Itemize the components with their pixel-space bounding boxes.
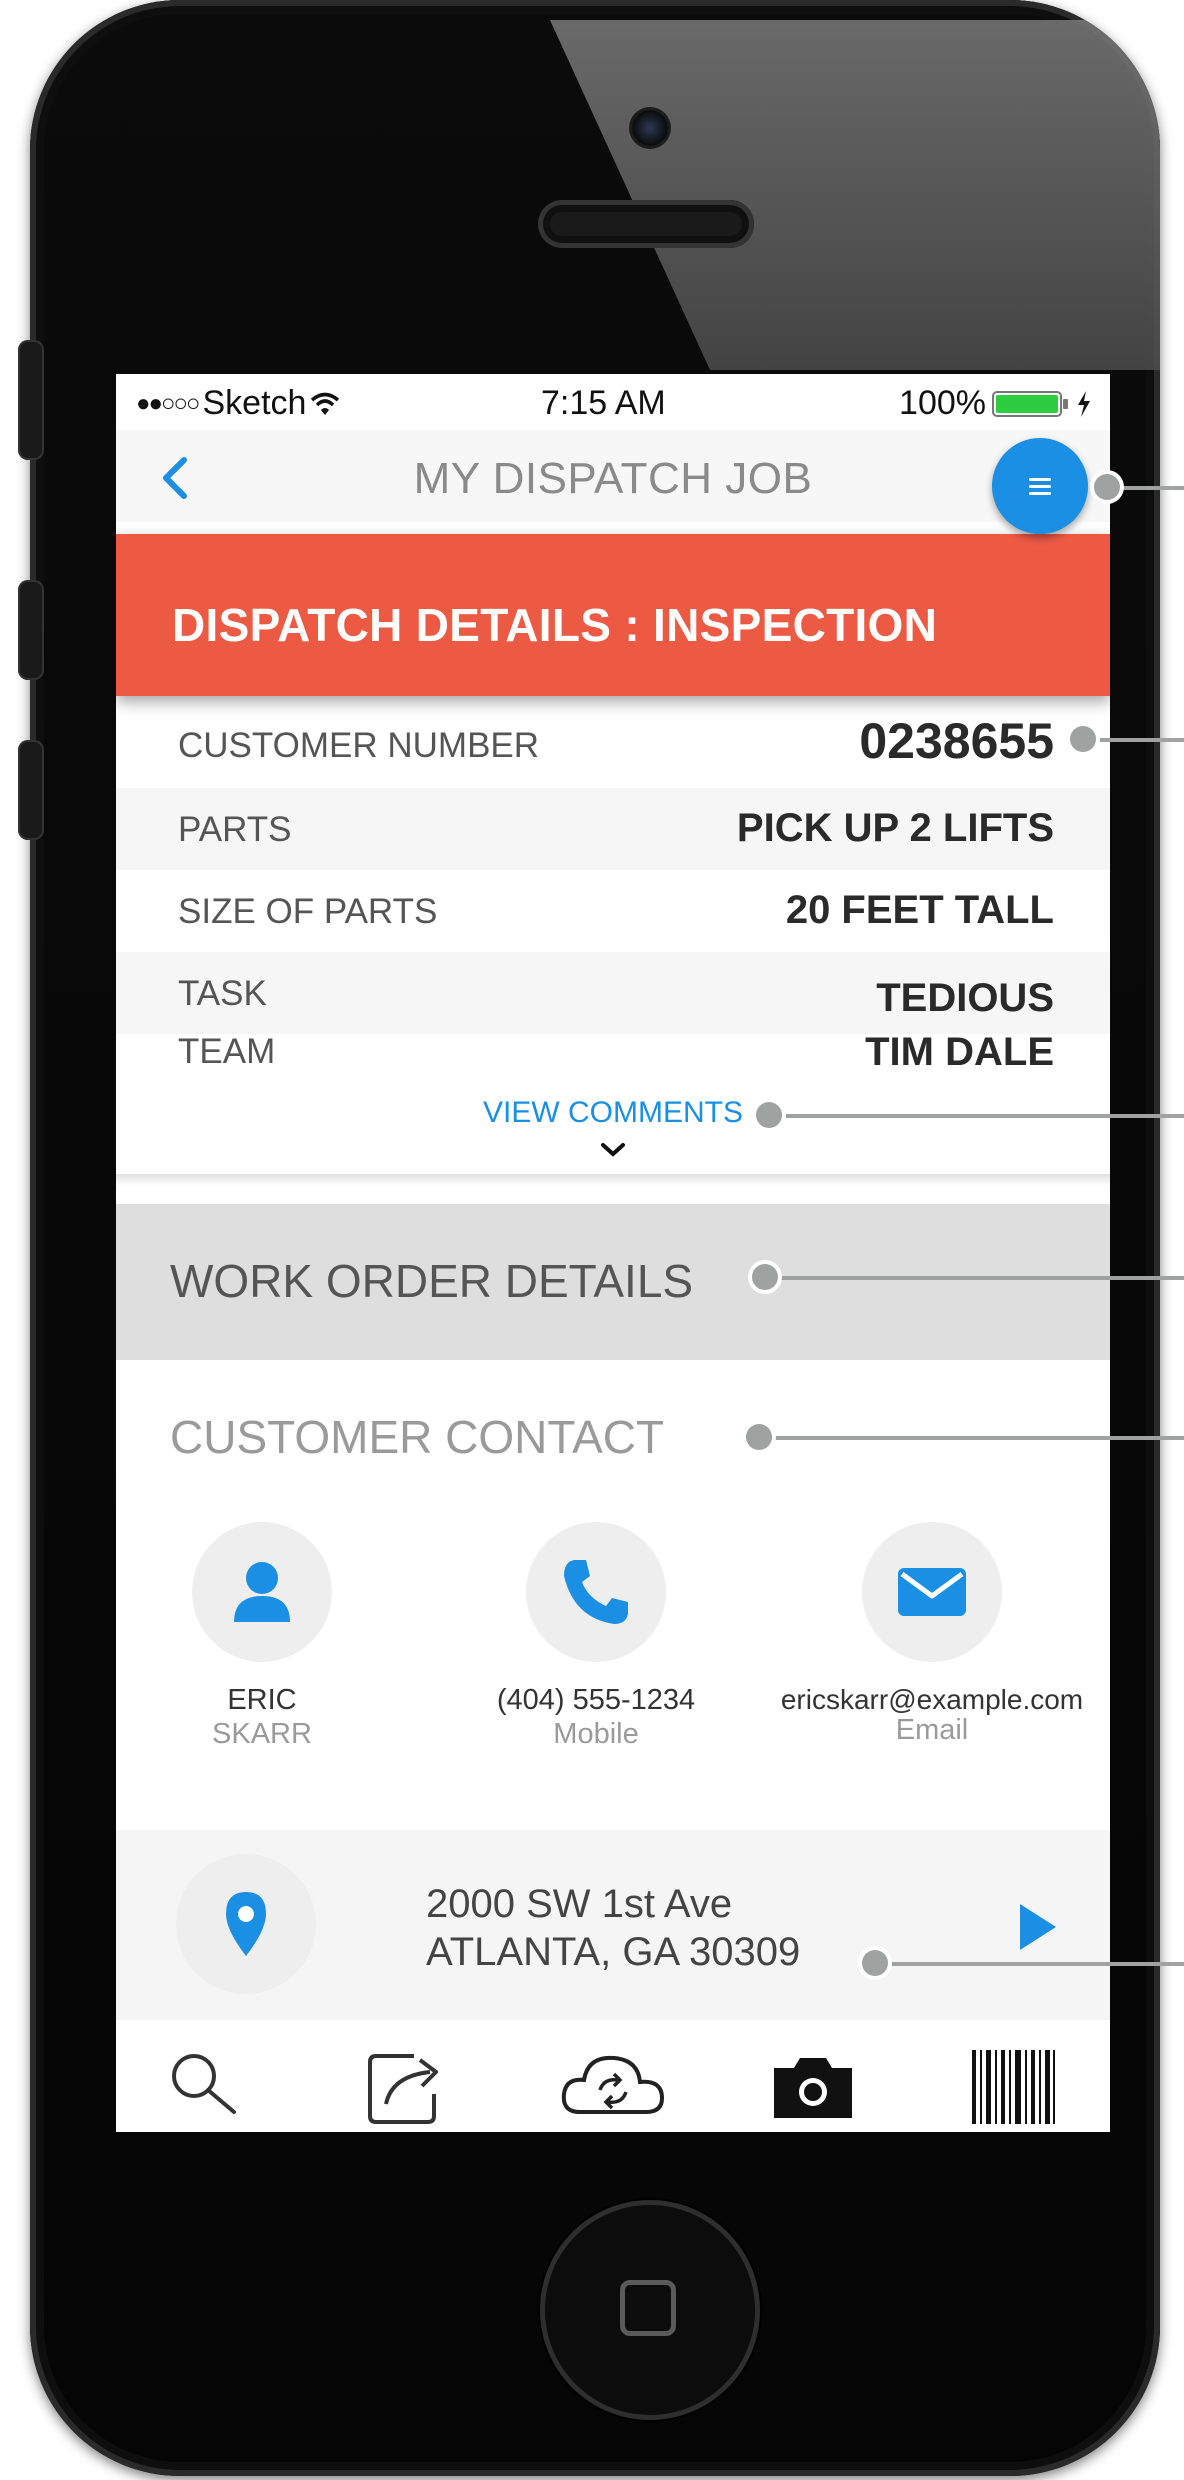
cloud-sync-icon[interactable]	[558, 2046, 668, 2126]
volume-down-button	[18, 740, 44, 840]
charging-bolt-icon	[1078, 390, 1090, 417]
signal-dots-icon: ●●○○○	[136, 389, 201, 417]
callout-line	[1082, 738, 1184, 742]
mute-switch	[18, 340, 44, 460]
earpiece-speaker	[538, 200, 754, 248]
home-button[interactable]	[540, 2200, 760, 2420]
front-camera	[632, 110, 668, 146]
wifi-icon	[311, 392, 340, 415]
phone-icon	[564, 1560, 628, 1624]
detail-label: CUSTOMER NUMBER	[178, 726, 540, 765]
detail-row-size-of-parts: SIZE OF PARTS 20 FEET TALL	[116, 870, 1110, 952]
email-icon-circle	[862, 1522, 1002, 1662]
play-arrow-icon[interactable]	[1016, 1900, 1060, 1954]
person-icon-circle	[192, 1522, 332, 1662]
share-icon[interactable]	[364, 2046, 454, 2126]
view-comments-link[interactable]: VIEW COMMENTS	[116, 1096, 1110, 1130]
battery-icon	[992, 390, 1068, 417]
phone-icon-circle	[526, 1522, 666, 1662]
battery-percent: 100%	[899, 384, 986, 422]
detail-value: PICK UP 2 LIFTS	[736, 806, 1054, 850]
page-title: MY DISPATCH JOB	[413, 454, 813, 503]
detail-value: TEDIOUS	[876, 976, 1054, 1020]
app-screen: ●●○○○ Sketch 7:15 AM 100% MY DISPATCH JO…	[116, 374, 1110, 2132]
section-shadow	[116, 1174, 1110, 1186]
detail-value: 20 FEET TALL	[785, 888, 1054, 932]
home-square-icon	[620, 2280, 676, 2336]
contact-phone-number: (404) 555-1234	[496, 1684, 696, 1716]
banner-title: DISPATCH DETAILS : INSPECTION	[172, 599, 938, 651]
work-order-title: WORK ORDER DETAILS	[170, 1255, 694, 1307]
status-bar: ●●○○○ Sketch 7:15 AM 100%	[116, 374, 1110, 430]
detail-row-team: TEAM TIM DALE	[116, 1024, 1110, 1084]
detail-label: SIZE OF PARTS	[178, 892, 438, 931]
contact-phone[interactable]: (404) 555-1234 Mobile	[446, 1522, 746, 1762]
callout-dot	[1070, 726, 1096, 752]
callout-dot	[746, 1424, 772, 1450]
callout-line	[758, 1436, 1184, 1440]
contact-person[interactable]: ERIC SKARR	[116, 1522, 412, 1762]
callout-line	[874, 1962, 1184, 1966]
contact-email[interactable]: ericskarr@example.com Email	[752, 1522, 1110, 1762]
callout-dot	[752, 1264, 778, 1290]
camera-icon[interactable]	[770, 2046, 856, 2126]
mail-icon	[898, 1568, 966, 1616]
volume-up-button	[18, 580, 44, 680]
detail-row-task: TASK TEDIOUS	[116, 952, 1110, 1034]
location-pin-icon	[226, 1892, 266, 1956]
hamburger-menu-icon	[1029, 478, 1051, 481]
callout-dot	[756, 1102, 782, 1128]
address-line-2: ATLANTA, GA 30309	[426, 1930, 801, 1974]
battery-status: 100%	[899, 384, 1092, 423]
detail-row-parts: PARTS PICK UP 2 LIFTS	[116, 788, 1110, 870]
detail-value: TIM DALE	[865, 1030, 1054, 1074]
barcode-icon[interactable]	[968, 2046, 1058, 2126]
contact-last-name: SKARR	[212, 1718, 312, 1750]
detail-value: 0238655	[859, 713, 1054, 769]
dispatch-banner: DISPATCH DETAILS : INSPECTION	[116, 534, 1110, 696]
detail-label: TASK	[178, 974, 267, 1013]
work-order-section[interactable]: WORK ORDER DETAILS	[116, 1204, 1110, 1360]
glass-reflection	[550, 20, 1160, 370]
carrier: ●●○○○ Sketch	[136, 384, 340, 423]
contact-first-name: ERIC	[227, 1684, 297, 1716]
location-icon-circle	[176, 1854, 316, 1994]
contact-phone-type: Mobile	[553, 1718, 639, 1750]
contact-email-address: ericskarr@example.com	[780, 1684, 1084, 1715]
customer-contact-title: CUSTOMER CONTACT	[170, 1411, 665, 1463]
status-time: 7:15 AM	[541, 384, 666, 422]
detail-label: TEAM	[178, 1032, 276, 1071]
detail-label: PARTS	[178, 810, 292, 849]
person-icon	[234, 1562, 290, 1622]
carrier-name: Sketch	[202, 384, 307, 422]
chevron-down-icon[interactable]	[598, 1140, 628, 1160]
callout-line	[768, 1114, 1184, 1118]
callout-dot	[1094, 474, 1120, 500]
bottom-toolbar	[116, 2022, 1110, 2132]
search-icon[interactable]	[164, 2046, 244, 2126]
menu-button[interactable]	[992, 438, 1088, 534]
address-line-1: 2000 SW 1st Ave	[426, 1882, 733, 1926]
address-row[interactable]: 2000 SW 1st Ave ATLANTA, GA 30309	[116, 1830, 1110, 2020]
nav-bar: MY DISPATCH JOB	[116, 430, 1110, 522]
callout-dot	[862, 1950, 888, 1976]
callout-line	[764, 1276, 1184, 1280]
contact-email-type: Email	[895, 1714, 969, 1746]
detail-row-customer-number: CUSTOMER NUMBER 0238655	[116, 696, 1110, 788]
